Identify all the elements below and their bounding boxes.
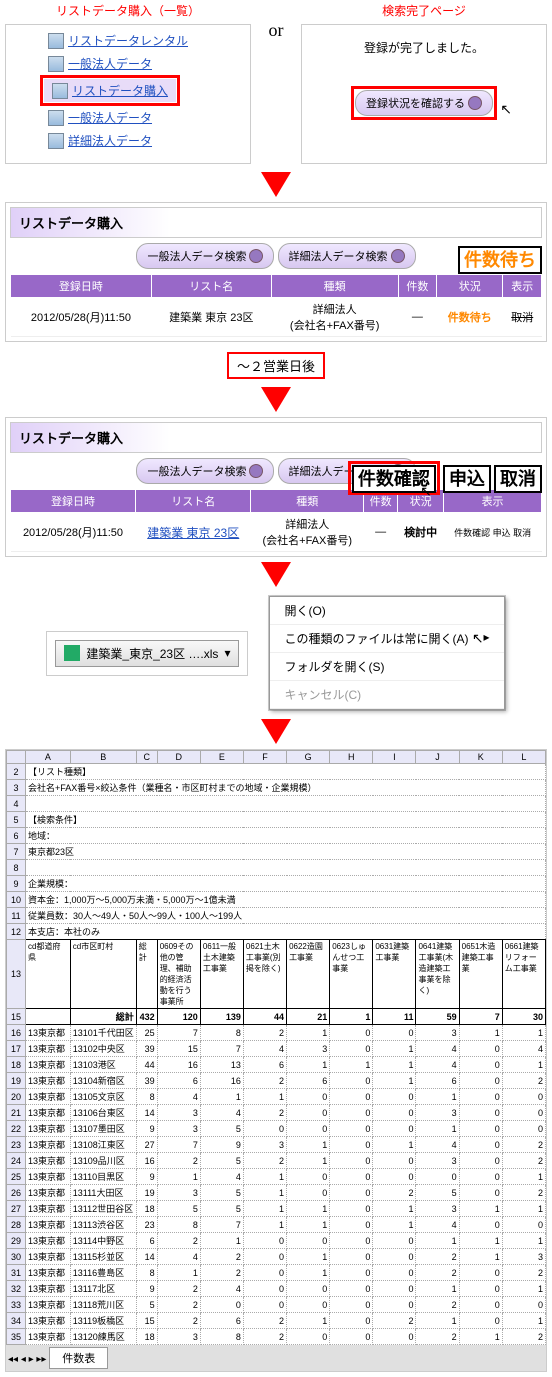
sheet-tab[interactable]: 件数表 bbox=[49, 1347, 108, 1369]
search-btn2[interactable]: 詳細法人データ検索 bbox=[278, 243, 416, 269]
excel-icon bbox=[64, 645, 80, 661]
table-row[interactable]: 3213東京都13117北区9240000101 bbox=[7, 1281, 546, 1297]
days-label: ～２営業日後 bbox=[227, 352, 325, 379]
search-btn1[interactable]: 一般法人データ検索 bbox=[136, 458, 274, 484]
table-row[interactable]: 2913東京都13114中野区6210000111 bbox=[7, 1233, 546, 1249]
table-row: 2012/05/28(月)11:50建築業 東京 23区詳細法人 (会社名+FA… bbox=[11, 298, 542, 337]
menu-folder[interactable]: フォルダを開く(S) bbox=[270, 653, 503, 681]
play-icon bbox=[468, 96, 482, 110]
menu-always-open[interactable]: この種類のファイルは常に開く(A) ▸↖ bbox=[270, 625, 503, 653]
table-row[interactable]: 2813東京都13113渋谷区23871101400 bbox=[7, 1217, 546, 1233]
table-row[interactable]: 2013東京都13105文京区8411000100 bbox=[7, 1089, 546, 1105]
arrow-down-icon bbox=[261, 562, 291, 587]
table-row[interactable]: 2313東京都13108江東区27793101402 bbox=[7, 1137, 546, 1153]
confirm-button[interactable]: 登録状況を確認する bbox=[355, 90, 493, 116]
table-row[interactable]: 3313東京都13118荒川区5200000200 bbox=[7, 1297, 546, 1313]
cursor-icon: ↖ bbox=[472, 630, 484, 646]
table-row: 2012/05/28(月)11:50建築業 東京 23区詳細法人 (会社名+FA… bbox=[11, 513, 542, 552]
chevron-down-icon[interactable]: ▾ bbox=[224, 646, 230, 660]
badge-cancel[interactable]: 取消 bbox=[494, 465, 542, 493]
badge-wait: 件数待ち bbox=[458, 246, 542, 274]
table-row[interactable]: 2713東京都13112世田谷区18551101311 bbox=[7, 1201, 546, 1217]
nav-item[interactable]: リストデータレンタル bbox=[40, 29, 246, 52]
table-row[interactable]: 2213東京都13107墨田区9350000100 bbox=[7, 1121, 546, 1137]
nav-item-selected[interactable]: リストデータ購入 bbox=[44, 79, 176, 102]
table-row[interactable]: 1813東京都13103港区4416136111401 bbox=[7, 1057, 546, 1073]
data-table: 登録日時リスト名種類件数状況表示 2012/05/28(月)11:50建築業 東… bbox=[10, 489, 542, 552]
table-row[interactable]: 3413東京都13119板橋区15262102101 bbox=[7, 1313, 546, 1329]
play-icon bbox=[391, 249, 405, 263]
panel-title: リストデータ購入 bbox=[10, 422, 542, 453]
list-link[interactable]: 建築業 東京 23区 bbox=[147, 526, 239, 540]
table-row[interactable]: 2513東京都13110目黒区9141000001 bbox=[7, 1169, 546, 1185]
table-row[interactable]: 1713東京都13102中央区391574301404 bbox=[7, 1041, 546, 1057]
sheet-nav[interactable]: ◂◂ ◂ ▸ ▸▸ bbox=[8, 1354, 46, 1365]
cursor-icon: ↖ bbox=[500, 101, 512, 118]
table-row[interactable]: 1613東京都13101千代田区25782100311 bbox=[7, 1025, 546, 1041]
spreadsheet[interactable]: ABCDEFGHIJKL 2【リスト種類】3会社名+FAX番号×絞込条件（業種名… bbox=[6, 750, 546, 1345]
table-row[interactable]: 2413東京都13109品川区16252100302 bbox=[7, 1153, 546, 1169]
panel-title: リストデータ購入 bbox=[10, 207, 542, 238]
data-table: 登録日時リスト名種類件数状況表示 2012/05/28(月)11:50建築業 東… bbox=[10, 274, 542, 337]
cursor-icon: ↖ bbox=[420, 483, 432, 500]
context-menu: 開く(O) この種類のファイルは常に開く(A) ▸↖ フォルダを開く(S) キャ… bbox=[269, 596, 504, 710]
left-title: リストデータ購入（一覧） bbox=[2, 2, 254, 19]
cancel-link[interactable]: 取消 bbox=[511, 312, 533, 324]
doc-icon bbox=[48, 56, 64, 72]
table-row[interactable]: 2113東京都13106台東区14342000300 bbox=[7, 1105, 546, 1121]
play-icon bbox=[249, 464, 263, 478]
arrow-down-icon bbox=[261, 172, 291, 197]
nav-item[interactable]: 一般法人データ bbox=[40, 52, 246, 75]
search-btn1[interactable]: 一般法人データ検索 bbox=[136, 243, 274, 269]
arrow-down-icon bbox=[261, 719, 291, 744]
doc-icon bbox=[48, 110, 64, 126]
menu-open[interactable]: 開く(O) bbox=[270, 597, 503, 625]
download-bar[interactable]: 建築業_東京_23区 ….xls ▾ bbox=[55, 640, 239, 667]
menu-cancel[interactable]: キャンセル(C) bbox=[270, 681, 503, 709]
table-row[interactable]: 1913東京都13104新宿区396162601602 bbox=[7, 1073, 546, 1089]
doc-icon bbox=[48, 133, 64, 149]
play-icon bbox=[249, 249, 263, 263]
doc-icon bbox=[48, 33, 64, 49]
arrow-down-icon bbox=[261, 387, 291, 412]
reg-msg: 登録が完了しました。 bbox=[306, 29, 542, 66]
right-title: 検索完了ページ bbox=[298, 2, 550, 19]
table-row[interactable]: 3113東京都13116豊島区8120100202 bbox=[7, 1265, 546, 1281]
nav-item[interactable]: 一般法人データ bbox=[40, 106, 246, 129]
table-row[interactable]: 3513東京都13120練馬区18382000212 bbox=[7, 1329, 546, 1345]
table-row[interactable]: 3013東京都13115杉並区14420100213 bbox=[7, 1249, 546, 1265]
nav-item[interactable]: 詳細法人データ bbox=[40, 129, 246, 152]
or-label: or bbox=[256, 20, 296, 41]
badge-apply[interactable]: 申込 bbox=[443, 465, 491, 493]
table-row[interactable]: 2613東京都13111大田区19351002502 bbox=[7, 1185, 546, 1201]
doc-icon bbox=[52, 83, 68, 99]
